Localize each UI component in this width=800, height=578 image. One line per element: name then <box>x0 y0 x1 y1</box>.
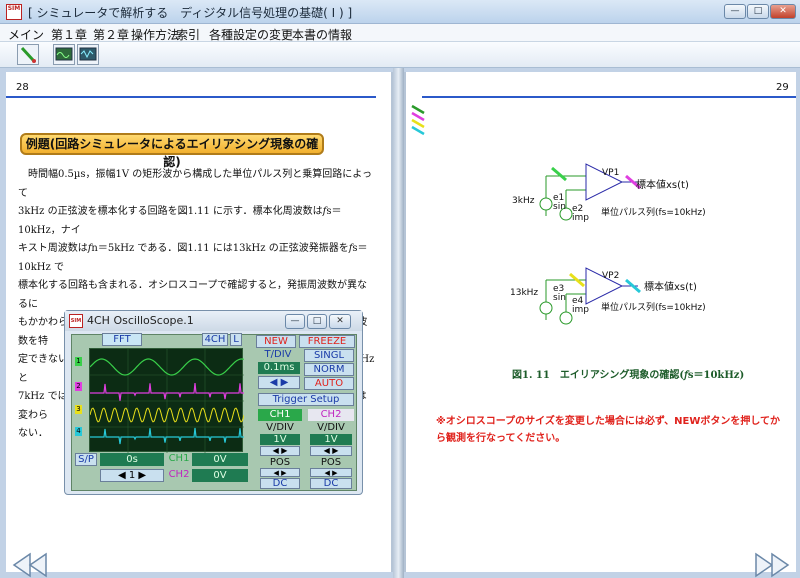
oscilloscope-4ch-icon <box>79 47 97 61</box>
sp-button[interactable]: S/P <box>75 453 97 466</box>
4ch-button[interactable]: 4CH <box>202 333 228 346</box>
page-stepper[interactable]: ◀ 1 ▶ <box>100 469 164 482</box>
ch2-marker[interactable]: 2 <box>75 382 82 391</box>
probe-icon <box>20 46 36 63</box>
left-page: 28 例題(回路シミュレータによるエイリアシング現象の確認) 時間幅0.5µs，… <box>6 72 393 578</box>
tdiv-value: 0.1ms <box>258 362 300 374</box>
ch1-tab[interactable]: CH1 <box>258 409 302 421</box>
menu-chapter1[interactable]: 第１章 <box>51 26 87 43</box>
circuit2-freq: 13kHz <box>510 288 539 298</box>
ch2-vdiv-label: V/DIV <box>317 422 345 433</box>
right-page: 29 3kHz e1 sin e2 imp VP1 標本値xs(t) 単位パルス… <box>404 72 796 578</box>
menu-index[interactable]: 索引 <box>176 26 200 43</box>
fft-button[interactable]: FFT <box>102 333 142 346</box>
norm-button[interactable]: NORM <box>304 363 354 376</box>
book-spread: 28 例題(回路シミュレータによるエイリアシング現象の確認) 時間幅0.5µs，… <box>0 68 800 578</box>
probe-tool-button[interactable] <box>17 44 39 65</box>
readout-ch1-label: CH1 <box>168 453 190 464</box>
trigger-setup-button[interactable]: Trigger Setup <box>258 393 354 406</box>
freeze-button[interactable]: FREEZE <box>299 335 355 348</box>
circuit2-sin: sin <box>553 293 566 303</box>
page-counter: 1 <box>128 470 136 481</box>
tdiv-stepper[interactable]: ◀ ▶ <box>258 376 300 389</box>
menu-settings[interactable]: 各種設定の変更 <box>209 26 293 43</box>
new-button[interactable]: NEW <box>256 335 296 348</box>
circuit2-pulse-label: 単位パルス列(fs=10kHz) <box>601 303 706 313</box>
ch2-pos-stepper[interactable]: ◀ ▶ <box>310 468 352 477</box>
scope-title: 4CH OscilloScope.1 <box>87 314 194 327</box>
left-header-line <box>6 96 376 98</box>
ch2-tab[interactable]: CH2 <box>308 409 354 421</box>
readout-ch2-label: CH2 <box>168 469 190 480</box>
ch3-marker[interactable]: 3 <box>75 405 82 414</box>
ch1-readout: 0V <box>192 453 248 466</box>
ch1-dc-button[interactable]: DC <box>260 478 300 489</box>
oscilloscope-window[interactable]: SIM 4CH OscilloScope.1 — □ ✕ FFT 4CH L 1… <box>64 310 363 495</box>
minimize-button[interactable]: — <box>724 4 746 19</box>
oscilloscope-tool-button[interactable] <box>53 44 75 65</box>
menu-main[interactable]: メイン <box>8 26 44 43</box>
figure-caption: 図1. 11 エイリアシング現象の確認(𝑓s＝10kHz) <box>512 370 745 381</box>
scope-maximize-button[interactable]: □ <box>307 314 327 329</box>
ch2-dc-button[interactable]: DC <box>310 478 352 489</box>
scope-screen <box>89 348 245 453</box>
singl-button[interactable]: SINGL <box>304 349 354 362</box>
maximize-button[interactable]: □ <box>747 4 769 19</box>
ch2-vdiv-stepper[interactable]: ◀ ▶ <box>310 446 352 456</box>
ch2-vdiv-value: 1V <box>310 434 352 445</box>
ch2-readout: 0V <box>192 469 248 482</box>
tdiv-label: T/DIV <box>264 349 292 360</box>
scope-minimize-button[interactable]: — <box>285 314 305 329</box>
close-button[interactable]: ✕ <box>770 4 796 19</box>
ch4-marker[interactable]: 4 <box>75 427 82 436</box>
circuit1-output-label: 標本値xs(t) <box>636 180 689 191</box>
oscilloscope-icon <box>55 47 73 61</box>
example-title: 例題(回路シミュレータによるエイリアシング現象の確認) <box>20 133 324 169</box>
scope-panel: FFT 4CH L 1 2 3 4 NEW FREEZE T/DIV 0.1ms… <box>71 333 357 491</box>
right-header-line <box>422 96 796 98</box>
auto-button[interactable]: AUTO <box>304 377 354 390</box>
menu-operation[interactable]: 操作方法 <box>131 26 179 43</box>
circuit-2-schematic <box>539 267 641 325</box>
ch1-pos-stepper[interactable]: ◀ ▶ <box>260 468 300 477</box>
ch1-marker[interactable]: 1 <box>75 357 82 366</box>
app-icon: SIM <box>6 4 22 20</box>
toolbar <box>0 42 800 68</box>
circuit1-imp: imp <box>572 213 589 223</box>
left-page-number: 28 <box>16 82 29 93</box>
circuit1-opamp: VP1 <box>602 168 620 178</box>
circuit1-pulse-label: 単位パルス列(fs=10kHz) <box>601 208 706 218</box>
circuit2-output-label: 標本値xs(t) <box>644 282 697 293</box>
ch2-pos-label: POS <box>320 457 342 468</box>
scope-title-bar[interactable]: SIM 4CH OscilloScope.1 — □ ✕ <box>65 311 362 331</box>
time-readout: 0s <box>100 453 164 466</box>
probe-stack-icon[interactable] <box>410 104 428 138</box>
circuit1-freq: 3kHz <box>512 196 535 206</box>
book-spine <box>393 68 404 578</box>
ch1-vdiv-stepper[interactable]: ◀ ▶ <box>260 446 300 456</box>
ch1-vdiv-label: V/DIV <box>266 422 294 433</box>
menu-book-info[interactable]: 本書の情報 <box>292 26 352 43</box>
title-bar: SIM [ シミュレータで解析する ディジタル信号処理の基礎( I ) ] — … <box>0 0 800 24</box>
scope-close-button[interactable]: ✕ <box>329 314 351 329</box>
scope-app-icon: SIM <box>69 314 83 328</box>
prev-page-arrow-icon[interactable] <box>10 552 50 578</box>
circuit1-sin: sin <box>553 202 566 212</box>
scope-waveforms <box>89 349 245 453</box>
right-page-number: 29 <box>776 82 789 93</box>
menu-bar: メイン 第１章 第２章 操作方法 索引 各種設定の変更 本書の情報 <box>0 24 800 42</box>
circuit2-opamp: VP2 <box>602 271 620 281</box>
ch1-vdiv-value: 1V <box>260 434 300 445</box>
resize-warning: ※オシロスコープのサイズを変更した場合には必ず、NEWボタンを押してから観測を行… <box>436 416 781 444</box>
next-page-arrow-icon[interactable] <box>752 552 792 578</box>
ch1-pos-label: POS <box>269 457 291 468</box>
oscilloscope4ch-tool-button[interactable] <box>77 44 99 65</box>
window-title: [ シミュレータで解析する ディジタル信号処理の基礎( I ) ] <box>28 6 353 20</box>
circuit2-imp: imp <box>572 305 589 315</box>
l-button[interactable]: L <box>230 333 242 346</box>
menu-chapter2[interactable]: 第２章 <box>93 26 129 43</box>
